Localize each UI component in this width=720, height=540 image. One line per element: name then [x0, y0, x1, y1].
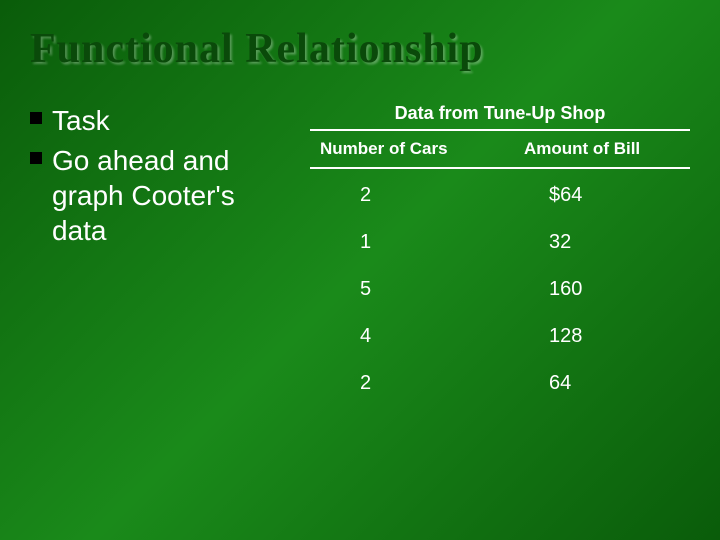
slide-content: Task Go ahead and graph Cooter's data Da… — [0, 93, 720, 407]
table-cell: 160 — [519, 278, 690, 301]
bullet-list: Task Go ahead and graph Cooter's data — [30, 103, 310, 407]
bullet-text: Go ahead and graph Cooter's data — [52, 143, 290, 248]
slide-title: Functional Relationship — [0, 0, 720, 93]
data-table: Data from Tune-Up Shop Number of Cars Am… — [310, 103, 690, 407]
table-cell: 32 — [519, 231, 690, 254]
table-row: 4 128 — [310, 313, 690, 360]
list-item: Go ahead and graph Cooter's data — [30, 143, 290, 248]
table-row: 2 $64 — [310, 172, 690, 219]
list-item: Task — [30, 103, 290, 138]
divider — [310, 167, 690, 169]
square-bullet-icon — [30, 112, 42, 124]
square-bullet-icon — [30, 152, 42, 164]
table-title: Data from Tune-Up Shop — [310, 103, 690, 124]
table-cell: 2 — [310, 372, 519, 395]
table-cell: 1 — [310, 231, 519, 254]
table-header-cell: Number of Cars — [310, 139, 519, 159]
table-cell: 2 — [310, 184, 519, 207]
bullet-text: Task — [52, 103, 110, 138]
table-header-cell: Amount of Bill — [519, 139, 690, 159]
table-row: 2 64 — [310, 360, 690, 407]
divider — [310, 129, 690, 131]
table-cell: 4 — [310, 325, 519, 348]
table-row: 1 32 — [310, 219, 690, 266]
table-header-row: Number of Cars Amount of Bill — [310, 134, 690, 164]
table-cell: 5 — [310, 278, 519, 301]
table-cell: $64 — [519, 184, 690, 207]
table-cell: 64 — [519, 372, 690, 395]
table-row: 5 160 — [310, 266, 690, 313]
table-cell: 128 — [519, 325, 690, 348]
